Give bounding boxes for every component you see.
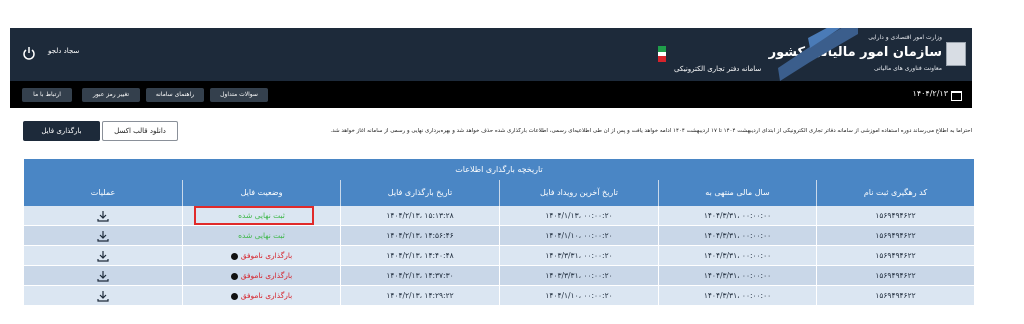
error-icon [230,252,238,260]
nav-system-guide[interactable]: راهنمای سامانه [146,88,204,102]
header-last-event-date: تاریخ آخرین رویداد فایل [499,180,658,206]
file-status-cell: ثبت نهایی شده [182,206,340,226]
last-event-cell: ۱۴۰۴/۱/۱۳، ۰۰:۰۰:۲۰ [499,206,658,226]
file-status-cell: بارگذاری ناموفق [182,266,340,286]
fiscal-year-cell: ۱۴۰۴/۳/۳۱، ۰۰:۰۰:۰۰ [658,246,816,266]
nav-contact-us[interactable]: ارتباط با ما [22,88,72,102]
file-status-text: بارگذاری ناموفق [240,271,293,280]
nav-change-password[interactable]: تغییر رمز عبور [82,88,140,102]
download-icon[interactable] [97,250,109,262]
date-text: ۱۴۰۴/۲/۱۳ [912,89,948,98]
upload-date-cell: ۱۴۰۴/۲/۱۳، ۱۴:۲۹:۲۲ [340,286,499,306]
header-fiscal-year: سال مالی منتهی به [658,180,816,206]
calendar-icon [951,91,962,101]
app-header: وزارت امور اقتصادی و دارایی سازمان امور … [10,28,972,81]
file-status-text: بارگذاری ناموفق [240,251,293,260]
operations-cell [24,286,182,306]
download-icon[interactable] [97,210,109,222]
tracking-code-cell: ۱۵۶۹۴۹۴۶۲۲ [816,246,974,266]
operations-cell [24,226,182,246]
upload-date-cell: ۱۴۰۴/۲/۱۳، ۱۵:۱۳:۲۸ [340,206,499,226]
operations-cell [24,266,182,286]
tracking-code-cell: ۱۵۶۹۴۹۴۶۲۲ [816,206,974,226]
file-status-cell: بارگذاری ناموفق [182,246,340,266]
power-icon[interactable] [22,46,36,60]
table-header-row: عملیات وضعیت فایل تاریخ بارگذاری فایل تا… [24,180,974,206]
operations-cell [24,246,182,266]
download-icon[interactable] [97,270,109,282]
table-title: تاریخچه بارگذاری اطلاعات [24,159,974,180]
last-event-cell: ۱۴۰۴/۱/۱۰، ۰۰:۰۰:۲۰ [499,226,658,246]
table-row: بارگذاری ناموفق ۱۴۰۴/۲/۱۳، ۱۴:۴۰:۴۸ ۱۴۰۳/۳… [24,246,974,266]
last-event-cell: ۱۴۰۳/۳/۳۱، ۰۰:۰۰:۲۰ [499,246,658,266]
notice-text: احتراما به اطلاع می‌رساند دوره استفاده آ… [330,128,972,134]
file-status-cell: ثبت نهایی شده [182,226,340,246]
download-icon[interactable] [97,290,109,302]
header-tracking-code: کد رهگیری ثبت نام [816,180,974,206]
error-icon [230,272,238,280]
file-status-text: ثبت نهایی شده [238,231,285,240]
table-row: بارگذاری ناموفق ۱۴۰۴/۲/۱۳، ۱۴:۳۷:۳۰ ۱۴۰۳/۳… [24,266,974,286]
tracking-code-cell: ۱۵۶۹۴۹۴۶۲۲ [816,226,974,246]
download-icon[interactable] [97,230,109,242]
ministry-name: وزارت امور اقتصادی و دارایی [868,34,942,41]
last-event-cell: ۱۴۰۴/۱/۱۰، ۰۰:۰۰:۲۰ [499,286,658,306]
error-icon [230,292,238,300]
table-row: ثبت نهایی شده ۱۴۰۴/۲/۱۳، ۱۴:۵۶:۴۶ ۱۴۰۴/۱/۱… [24,226,974,246]
last-event-cell: ۱۴۰۳/۳/۳۱، ۰۰:۰۰:۲۰ [499,266,658,286]
subsystem-title: سامانه دفتر تجاری الکترونیکی [674,65,762,73]
table-row: ثبت نهایی شده ۱۴۰۴/۲/۱۳، ۱۵:۱۳:۲۸ ۱۴۰۴/۱/۱… [24,206,974,226]
upload-date-cell: ۱۴۰۴/۲/۱۳، ۱۴:۴۰:۴۸ [340,246,499,266]
tracking-code-cell: ۱۵۶۹۴۹۴۶۲۲ [816,286,974,306]
deputy-name: معاونت فناوری های مالیاتی [874,65,942,72]
user-name: سجاد دلجو [48,47,80,55]
upload-date-cell: ۱۴۰۴/۲/۱۳، ۱۴:۵۶:۴۶ [340,226,499,246]
fiscal-year-cell: ۱۴۰۴/۳/۳۱، ۰۰:۰۰:۰۰ [658,226,816,246]
table-row: بارگذاری ناموفق ۱۴۰۴/۲/۱۳، ۱۴:۲۹:۲۲ ۱۴۰۴/۱… [24,286,974,306]
nav-bar: ارتباط با ما تغییر رمز عبور راهنمای ساما… [10,81,972,108]
tracking-code-cell: ۱۵۶۹۴۹۴۶۲۲ [816,266,974,286]
checkmark-banner-art [658,28,858,81]
upload-file-button[interactable]: بارگذاری فایل [23,121,100,141]
header-operations: عملیات [90,188,116,197]
header-file-status: وضعیت فایل [182,180,340,206]
file-status-cell: بارگذاری ناموفق [182,286,340,306]
header-upload-date: تاریخ بارگذاری فایل [340,180,499,206]
file-status-text: ثبت نهایی شده [238,211,285,220]
file-status-text: بارگذاری ناموفق [240,291,293,300]
fiscal-year-cell: ۱۴۰۴/۳/۳۱، ۰۰:۰۰:۰۰ [658,266,816,286]
nav-faq[interactable]: سوالات متداول [210,88,268,102]
fiscal-year-cell: ۱۴۰۴/۳/۳۱، ۰۰:۰۰:۰۰ [658,286,816,306]
operations-cell [24,206,182,226]
fiscal-year-cell: ۱۴۰۴/۳/۳۱، ۰۰:۰۰:۰۰ [658,206,816,226]
upload-date-cell: ۱۴۰۴/۲/۱۳، ۱۴:۳۷:۳۰ [340,266,499,286]
ministry-logo [946,42,966,66]
download-excel-template-button[interactable]: دانلود قالب اکسل [102,121,178,141]
